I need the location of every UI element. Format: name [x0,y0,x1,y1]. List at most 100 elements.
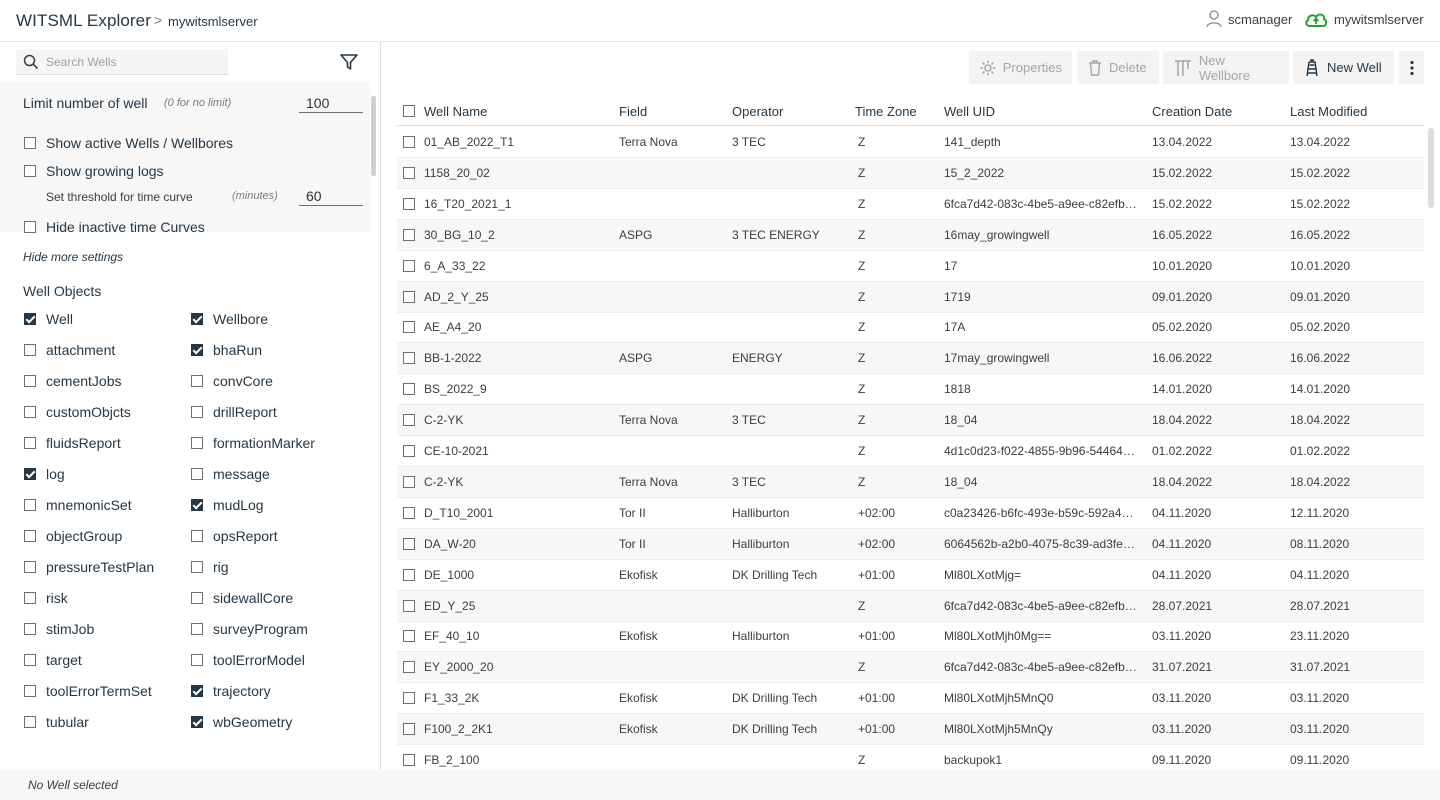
well-object-checkbox[interactable] [24,561,36,573]
row-checkbox[interactable] [403,197,415,210]
search-box[interactable] [16,49,228,75]
well-object-checkbox[interactable] [24,530,36,542]
well-object-checkbox[interactable] [24,623,36,635]
row-checkbox[interactable] [403,228,415,241]
well-object-wbgeometry[interactable]: wbGeometry [191,714,292,730]
well-object-wellbore[interactable]: Wellbore [191,311,268,327]
well-object-checkbox[interactable] [191,623,203,635]
limit-input[interactable] [299,93,363,113]
delete-button[interactable]: Delete [1077,51,1159,84]
well-object-rig[interactable]: rig [191,559,229,575]
table-row[interactable]: BS_2022_9 Z 1818 14.01.2020 14.01.2020 [397,374,1424,406]
app-title[interactable]: WITSML Explorer [16,11,151,31]
col-operator[interactable]: Operator [732,104,783,119]
well-object-log[interactable]: log [24,466,65,482]
table-row[interactable]: AE_A4_20 Z 17A 05.02.2020 05.02.2020 [397,312,1424,344]
table-row[interactable]: 1158_20_02 Z 15_2_2022 15.02.2022 15.02.2022 [397,157,1424,189]
table-row[interactable]: C-2-YK Terra Nova 3 TEC Z 18_04 18.04.2022 18.… [397,466,1424,498]
row-checkbox[interactable] [403,692,415,705]
well-object-checkbox[interactable] [191,685,203,697]
row-checkbox[interactable] [403,166,415,179]
well-object-message[interactable]: message [191,466,270,482]
well-object-checkbox[interactable] [24,468,36,480]
row-checkbox[interactable] [403,723,415,736]
sidebar-scrollbar[interactable] [371,96,376,176]
well-object-pressuretestplan[interactable]: pressureTestPlan [24,559,154,575]
filter-icon[interactable] [339,53,359,71]
col-well-uid[interactable]: Well UID [944,104,995,119]
well-object-mudlog[interactable]: mudLog [191,497,264,513]
well-object-opsreport[interactable]: opsReport [191,528,278,544]
hide-inactive-toggle[interactable]: Hide inactive time Curves [24,219,205,235]
col-last-modified[interactable]: Last Modified [1290,104,1367,119]
table-row[interactable]: F100_2_2K1 Ekofisk DK Drilling Tech +01:00 M… [397,714,1424,746]
more-options-button[interactable] [1399,51,1424,84]
breadcrumb-server[interactable]: mywitsmlserver [168,14,258,29]
new-well-button[interactable]: New Well [1293,51,1394,84]
col-time-zone[interactable]: Time Zone [855,104,917,119]
well-object-fluidsreport[interactable]: fluidsReport [24,435,121,451]
table-row[interactable]: DE_1000 Ekofisk DK Drilling Tech +01:00 Ml80… [397,560,1424,591]
well-object-stimjob[interactable]: stimJob [24,621,94,637]
table-row[interactable]: 6_A_33_22 Z 17 10.01.2020 10.01.2020 [397,251,1424,282]
table-row[interactable]: AD_2_Y_25 Z 1719 09.01.2020 09.01.2020 [397,281,1424,313]
well-object-cementjobs[interactable]: cementJobs [24,373,121,389]
threshold-input[interactable] [299,187,363,206]
row-checkbox[interactable] [403,414,415,427]
new-wellbore-button[interactable]: New Wellbore [1163,51,1289,84]
col-field[interactable]: Field [619,104,647,119]
well-object-checkbox[interactable] [191,375,203,387]
show-active-toggle[interactable]: Show active Wells / Wellbores [24,135,233,151]
row-checkbox[interactable] [403,383,415,396]
well-object-checkbox[interactable] [191,499,203,511]
server-menu[interactable]: mywitsmlserver [1304,10,1424,28]
well-object-drillreport[interactable]: drillReport [191,404,277,420]
well-object-checkbox[interactable] [191,561,203,573]
well-object-risk[interactable]: risk [24,590,68,606]
well-object-target[interactable]: target [24,652,82,668]
well-object-checkbox[interactable] [191,654,203,666]
well-object-checkbox[interactable] [24,716,36,728]
well-object-checkbox[interactable] [24,437,36,449]
well-object-mnemonicset[interactable]: mnemonicSet [24,497,132,513]
well-object-attachment[interactable]: attachment [24,342,115,358]
well-object-objectgroup[interactable]: objectGroup [24,528,122,544]
col-creation-date[interactable]: Creation Date [1152,104,1232,119]
row-checkbox[interactable] [403,661,415,674]
row-checkbox[interactable] [403,506,415,519]
well-object-checkbox[interactable] [191,437,203,449]
table-row[interactable]: DA_W-20 Tor II Halliburton +02:00 6064562b-a… [397,528,1424,560]
row-checkbox[interactable] [403,445,415,457]
row-checkbox[interactable] [403,599,415,612]
well-object-surveyprogram[interactable]: surveyProgram [191,621,308,637]
table-row[interactable]: F1_33_2K Ekofisk DK Drilling Tech +01:00 Ml8… [397,683,1424,715]
well-object-checkbox[interactable] [24,375,36,387]
well-object-checkbox[interactable] [191,592,203,604]
properties-button[interactable]: Properties [969,51,1072,84]
well-object-well[interactable]: Well [24,311,73,327]
show-active-checkbox[interactable] [24,137,36,149]
well-object-checkbox[interactable] [191,406,203,418]
well-object-toolerrortermset[interactable]: toolErrorTermSet [24,683,152,699]
well-object-checkbox[interactable] [191,344,203,356]
row-checkbox[interactable] [403,537,415,550]
row-checkbox[interactable] [403,136,415,148]
row-checkbox[interactable] [403,321,415,334]
hide-inactive-checkbox[interactable] [24,221,36,233]
table-row[interactable]: CE-10-2021 Z 4d1c0d23-f022-4855-9b96-54464… [397,436,1424,467]
table-row[interactable]: D_T10_2001 Tor II Halliburton +02:00 c0a2342… [397,498,1424,529]
table-row[interactable]: ED_Y_25 Z 6fca7d42-083c-4be5-a9ee-c82efb… 2… [397,590,1424,622]
table-row[interactable]: C-2-YK Terra Nova 3 TEC Z 18_04 18.04.2022 18.… [397,405,1424,437]
hide-more-settings-link[interactable]: Hide more settings [23,250,123,264]
row-checkbox[interactable] [403,259,415,272]
well-object-bharun[interactable]: bhaRun [191,342,262,358]
well-object-checkbox[interactable] [24,406,36,418]
select-all-checkbox[interactable] [403,105,415,117]
table-row[interactable]: EF_40_10 Ekofisk Halliburton +01:00 Ml80LXot… [397,621,1424,653]
well-object-checkbox[interactable] [191,313,203,325]
well-object-checkbox[interactable] [191,716,203,728]
row-checkbox[interactable] [403,352,415,365]
well-object-formationmarker[interactable]: formationMarker [191,435,315,451]
well-object-checkbox[interactable] [24,654,36,666]
row-checkbox[interactable] [403,290,415,303]
